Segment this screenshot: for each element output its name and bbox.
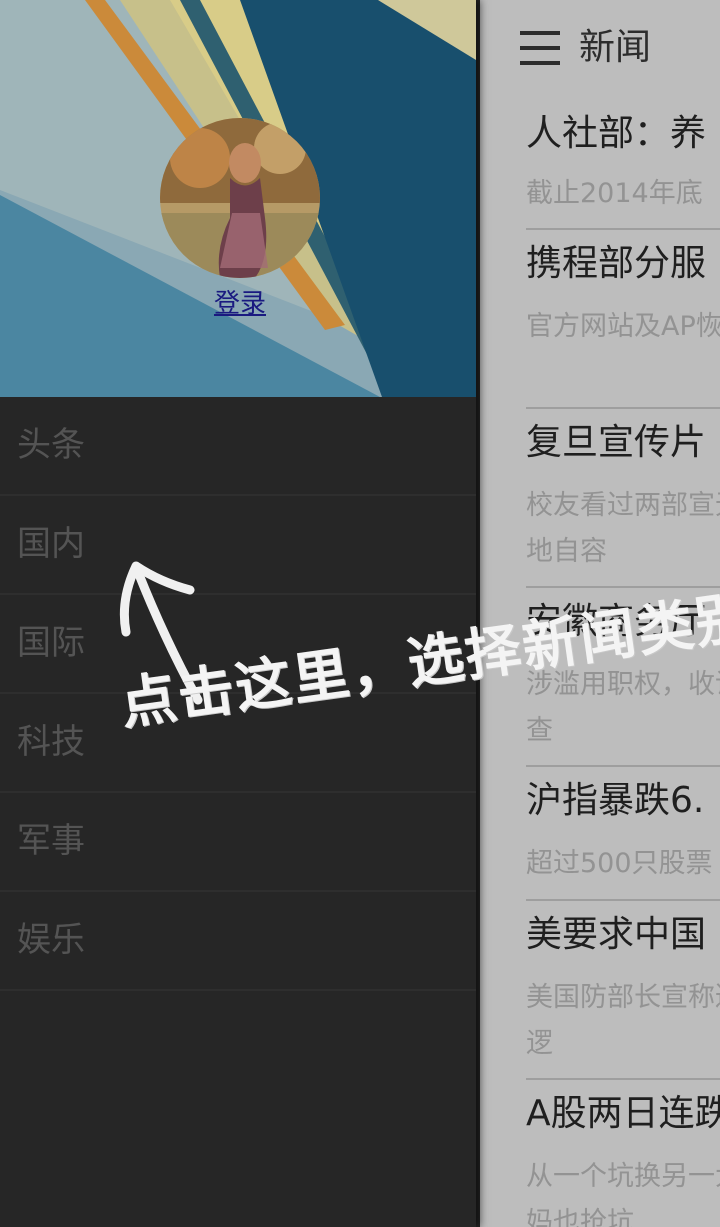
news-title: A股两日连跌 <box>526 1093 720 1134</box>
category-item-headlines[interactable]: 头条 <box>0 397 476 496</box>
user-avatar[interactable] <box>160 118 320 278</box>
hamburger-menu-icon[interactable] <box>520 31 560 65</box>
category-label: 头条 <box>17 425 85 465</box>
news-item[interactable]: 复旦宣传片 校友看过两部宣无地自容 <box>526 419 720 588</box>
category-label: 科技 <box>17 722 85 762</box>
news-item[interactable]: 携程部分服 官方网站及AP恢复 <box>526 240 720 409</box>
news-desc: 截止2014年底 <box>526 178 703 209</box>
category-item-entertainment[interactable]: 娱乐 <box>0 892 476 991</box>
news-item[interactable]: 沪指暴跌6. 超过500只股票 <box>526 777 720 901</box>
news-title: 美要求中国 <box>526 914 707 955</box>
category-label: 国内 <box>17 524 85 564</box>
app-title: 新闻 <box>579 27 652 68</box>
news-title: 复旦宣传片 <box>526 422 707 463</box>
login-link[interactable]: 登录 <box>0 284 476 324</box>
news-item[interactable]: 美要求中国 美国防部长宣称巡逻 <box>526 911 720 1080</box>
news-item[interactable]: 人社部：养 截止2014年底 <box>526 110 720 230</box>
category-label: 娱乐 <box>17 920 85 960</box>
category-label: 军事 <box>17 821 85 861</box>
news-desc: 美国防部长宣称巡逻 <box>526 982 720 1059</box>
news-title: 沪指暴跌6. <box>526 780 705 821</box>
news-item[interactable]: A股两日连跌 从一个坑换另一大妈也抢坑 <box>526 1090 720 1227</box>
news-desc: 官方网站及AP恢复 <box>526 311 720 342</box>
news-desc: 超过500只股票 <box>526 848 713 879</box>
action-bar: 新闻 <box>480 0 720 100</box>
drawer-header: 登录 <box>0 0 476 397</box>
news-desc: 从一个坑换另一大妈也抢坑 <box>526 1161 720 1227</box>
news-title: 人社部：养 <box>526 113 707 154</box>
category-item-domestic[interactable]: 国内 <box>0 496 476 595</box>
news-desc: 校友看过两部宣无地自容 <box>526 490 720 567</box>
category-item-military[interactable]: 军事 <box>0 793 476 892</box>
navigation-drawer: 登录 头条 国内 国际 科技 军事 娱乐 <box>0 0 476 1227</box>
news-title: 携程部分服 <box>526 243 707 284</box>
category-label: 国际 <box>17 623 85 663</box>
